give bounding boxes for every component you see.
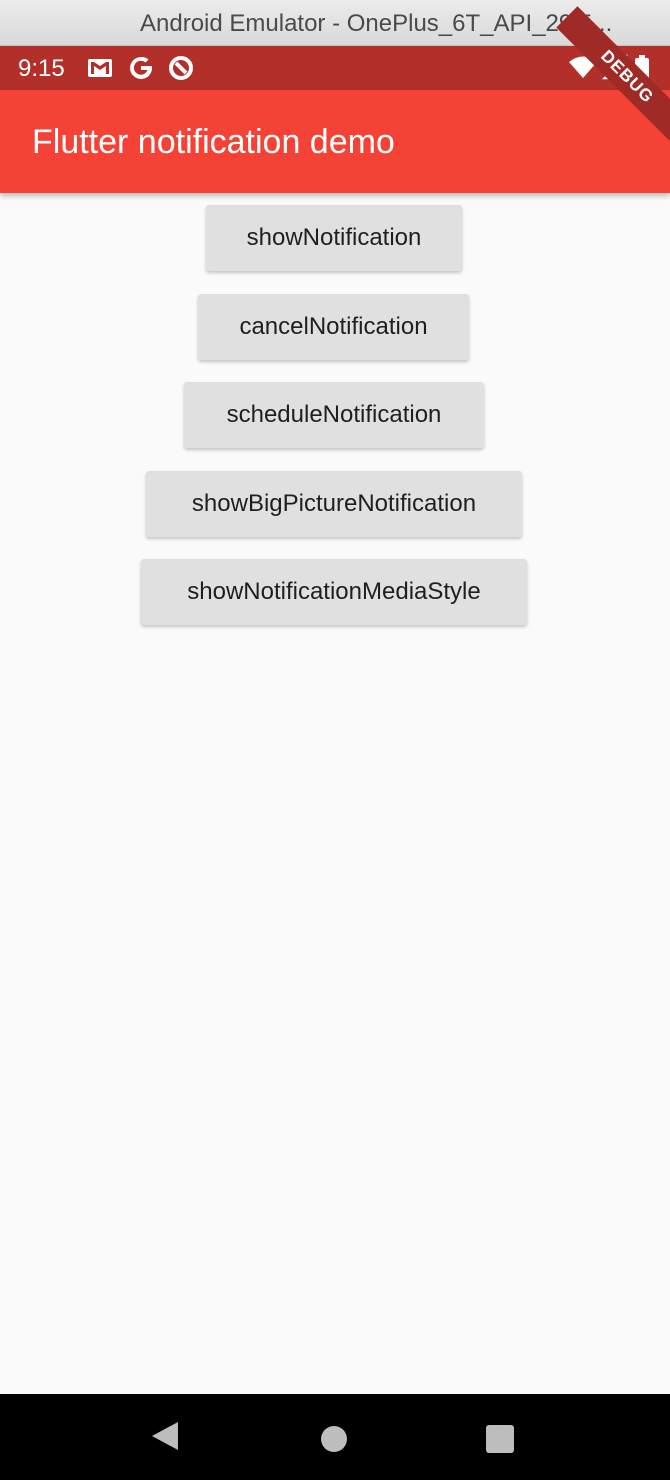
app-title: Flutter notification demo bbox=[32, 123, 395, 161]
show-big-picture-notification-button[interactable]: showBigPictureNotification bbox=[146, 471, 522, 537]
back-icon[interactable] bbox=[152, 1422, 178, 1450]
recents-icon[interactable] bbox=[486, 1425, 514, 1453]
show-notification-media-style-button[interactable]: showNotificationMediaStyle bbox=[141, 559, 527, 625]
cancel-notification-button[interactable]: cancelNotification bbox=[198, 294, 469, 360]
status-time: 9:15 bbox=[18, 55, 65, 82]
gmail-icon bbox=[88, 59, 112, 77]
window-title: Android Emulator - OnePlus_6T_API_29:5..… bbox=[140, 10, 613, 37]
home-icon[interactable] bbox=[321, 1426, 347, 1452]
app-bar: Flutter notification demo bbox=[0, 90, 670, 193]
status-bar: 9:15 bbox=[0, 46, 670, 90]
schedule-notification-button[interactable]: scheduleNotification bbox=[184, 382, 484, 448]
emulator-window: Android Emulator - OnePlus_6T_API_29:5..… bbox=[0, 0, 670, 1480]
navigation-bar bbox=[0, 1394, 670, 1480]
data-saver-icon bbox=[169, 56, 193, 80]
google-icon bbox=[130, 56, 152, 79]
show-notification-button[interactable]: showNotification bbox=[206, 205, 462, 271]
